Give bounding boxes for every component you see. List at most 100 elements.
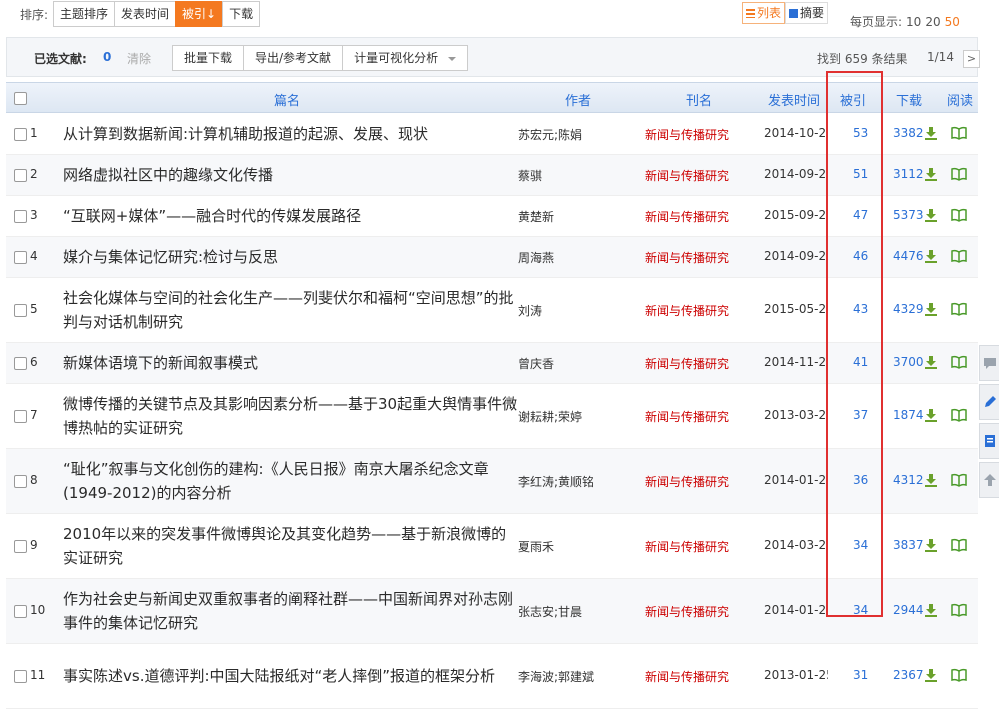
author-link[interactable]: 李红涛;黄顺铭: [518, 473, 594, 490]
row-checkbox[interactable]: [14, 304, 27, 317]
download-icon[interactable]: [924, 249, 938, 263]
article-title-link[interactable]: 作为社会史与新闻史双重叙事者的阐释社群——中国新闻界对孙志刚事件的集体记忆研究: [63, 587, 518, 635]
article-title-link[interactable]: 新媒体语境下的新闻叙事模式: [63, 351, 518, 375]
download-icon[interactable]: [924, 126, 938, 140]
author-link[interactable]: 谢耘耕;荣婷: [518, 408, 582, 425]
row-checkbox[interactable]: [14, 357, 27, 370]
read-book-icon[interactable]: [951, 355, 967, 369]
article-title-link[interactable]: 网络虚拟社区中的趣缘文化传播: [63, 163, 518, 187]
article-title-link[interactable]: 2010年以来的突发事件微博舆论及其变化趋势——基于新浪微博的实证研究: [63, 522, 518, 570]
feedback-button[interactable]: [979, 345, 999, 381]
article-title-link[interactable]: “耻化”叙事与文化创伤的建构:《人民日报》南京大屠杀纪念文章(1949-2012…: [63, 457, 518, 505]
read-book-icon[interactable]: [951, 603, 967, 617]
list-view-button[interactable]: 列表: [742, 2, 786, 24]
article-title-link[interactable]: 媒介与集体记忆研究:检讨与反思: [63, 245, 518, 269]
row-checkbox[interactable]: [14, 169, 27, 182]
article-title-link[interactable]: 社会化媒体与空间的社会化生产——列斐伏尔和福柯“空间思想”的批判与对话机制研究: [63, 286, 518, 334]
download-icon[interactable]: [924, 208, 938, 222]
header-journal[interactable]: 刊名: [686, 90, 712, 109]
article-title-link[interactable]: 事实陈述vs.道德评判:中国大陆报纸对“老人摔倒”报道的框架分析: [63, 664, 518, 688]
read-book-icon[interactable]: [951, 668, 967, 682]
clear-button[interactable]: 清除: [127, 50, 151, 67]
journal-link[interactable]: 新闻与传播研究: [645, 208, 729, 225]
row-checkbox[interactable]: [14, 210, 27, 223]
select-all-checkbox[interactable]: [14, 92, 27, 105]
journal-link[interactable]: 新闻与传播研究: [645, 167, 729, 184]
read-book-icon[interactable]: [951, 249, 967, 263]
citation-count[interactable]: 43: [853, 302, 868, 316]
row-checkbox[interactable]: [14, 251, 27, 264]
journal-link[interactable]: 新闻与传播研究: [645, 473, 729, 490]
article-title-link[interactable]: “互联网+媒体”——融合时代的传媒发展路径: [63, 204, 518, 228]
header-title[interactable]: 篇名: [274, 90, 300, 109]
journal-link[interactable]: 新闻与传播研究: [645, 668, 729, 685]
citation-count[interactable]: 36: [853, 473, 868, 487]
read-book-icon[interactable]: [951, 473, 967, 487]
read-book-icon[interactable]: [951, 408, 967, 422]
download-icon[interactable]: [924, 355, 938, 369]
read-book-icon[interactable]: [951, 167, 967, 181]
journal-link[interactable]: 新闻与传播研究: [645, 538, 729, 555]
citation-count[interactable]: 41: [853, 355, 868, 369]
edit-button[interactable]: [979, 384, 999, 420]
journal-link[interactable]: 新闻与传播研究: [645, 126, 729, 143]
citation-count[interactable]: 37: [853, 408, 868, 422]
download-icon[interactable]: [924, 538, 938, 552]
row-checkbox[interactable]: [14, 128, 27, 141]
author-link[interactable]: 黄楚新: [518, 208, 554, 225]
journal-link[interactable]: 新闻与传播研究: [645, 302, 729, 319]
article-title-link[interactable]: 微博传播的关键节点及其影响因素分析——基于30起重大舆情事件微博热帖的实证研究: [63, 392, 518, 440]
author-link[interactable]: 李海波;郭建斌: [518, 668, 594, 685]
read-book-icon[interactable]: [951, 538, 967, 552]
author-link[interactable]: 周海燕: [518, 249, 554, 266]
article-title-link[interactable]: 从计算到数据新闻:计算机辅助报道的起源、发展、现状: [63, 122, 518, 146]
citation-count[interactable]: 53: [853, 126, 868, 140]
per-page-50[interactable]: 50: [945, 15, 960, 29]
header-author[interactable]: 作者: [565, 90, 591, 109]
row-checkbox[interactable]: [14, 670, 27, 683]
citation-count[interactable]: 46: [853, 249, 868, 263]
per-page-20[interactable]: 20: [925, 15, 940, 29]
sort-downloads-button[interactable]: 下载: [222, 1, 261, 27]
abstract-view-button[interactable]: 摘要: [785, 2, 829, 24]
per-page-10[interactable]: 10: [906, 15, 921, 29]
citation-count[interactable]: 34: [853, 538, 868, 552]
export-references-button[interactable]: 导出/参考文献: [243, 45, 344, 71]
read-book-icon[interactable]: [951, 208, 967, 222]
journal-link[interactable]: 新闻与传播研究: [645, 249, 729, 266]
journal-link[interactable]: 新闻与传播研究: [645, 408, 729, 425]
download-icon[interactable]: [924, 167, 938, 181]
sort-citations-button[interactable]: 被引↓: [175, 1, 224, 27]
row-checkbox[interactable]: [14, 605, 27, 618]
row-checkbox[interactable]: [14, 475, 27, 488]
sort-date-button[interactable]: 发表时间: [114, 1, 177, 27]
author-link[interactable]: 张志安;甘晨: [518, 603, 582, 620]
author-link[interactable]: 苏宏元;陈娟: [518, 126, 582, 143]
download-icon[interactable]: [924, 668, 938, 682]
citation-count[interactable]: 34: [853, 603, 868, 617]
citation-count[interactable]: 47: [853, 208, 868, 222]
read-book-icon[interactable]: [951, 126, 967, 140]
row-checkbox[interactable]: [14, 410, 27, 423]
download-icon[interactable]: [924, 473, 938, 487]
next-page-button[interactable]: >: [963, 50, 980, 68]
citation-count[interactable]: 51: [853, 167, 868, 181]
header-cites[interactable]: 被引: [840, 90, 866, 109]
journal-link[interactable]: 新闻与传播研究: [645, 355, 729, 372]
read-book-icon[interactable]: [951, 302, 967, 316]
row-checkbox[interactable]: [14, 540, 27, 553]
author-link[interactable]: 曾庆香: [518, 355, 554, 372]
back-to-top-button[interactable]: [979, 462, 999, 498]
citation-count[interactable]: 31: [853, 668, 868, 682]
batch-download-button[interactable]: 批量下载: [172, 45, 245, 71]
sort-topic-button[interactable]: 主题排序: [53, 1, 116, 27]
author-link[interactable]: 夏雨禾: [518, 538, 554, 555]
header-downloads[interactable]: 下载: [896, 90, 922, 109]
author-link[interactable]: 刘涛: [518, 302, 542, 319]
journal-link[interactable]: 新闻与传播研究: [645, 603, 729, 620]
author-link[interactable]: 蔡骐: [518, 167, 542, 184]
download-icon[interactable]: [924, 408, 938, 422]
download-icon[interactable]: [924, 603, 938, 617]
visual-analysis-button[interactable]: 计量可视化分析: [342, 45, 469, 71]
notes-button[interactable]: [979, 423, 999, 459]
